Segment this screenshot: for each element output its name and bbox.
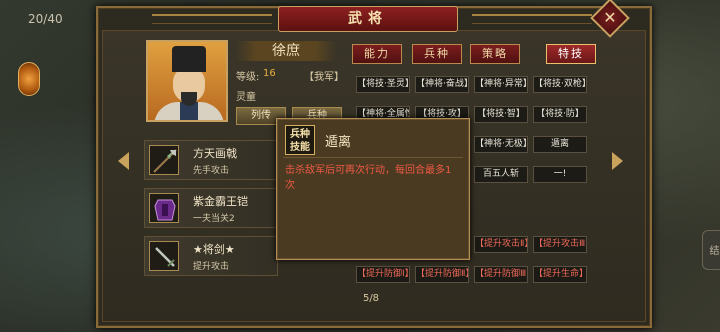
faction-label: 【我军】 xyxy=(304,72,344,83)
tab-ability[interactable]: 能力 xyxy=(352,44,402,64)
equipment-slot-weapon[interactable]: 方天画戟 先手攻击 xyxy=(144,140,278,180)
tooltip-title: 遁离 xyxy=(325,135,352,150)
window-title: 武将 xyxy=(278,6,458,32)
level-value: 16 xyxy=(263,68,276,79)
halberd-icon xyxy=(149,145,179,175)
title-ornament-left xyxy=(152,14,272,24)
skill-item[interactable]: 百五人斩 xyxy=(474,166,528,183)
tab-strategy[interactable]: 策略 xyxy=(470,44,520,64)
skill-item[interactable]: 一! xyxy=(533,166,587,183)
general-name: 徐庶 xyxy=(236,41,336,61)
equipment-name: 方天画戟 xyxy=(193,147,237,160)
skill-item[interactable]: 【将技·圣灵】 xyxy=(356,76,410,93)
armor-icon xyxy=(149,193,179,223)
tab-special-skill[interactable]: 特技 xyxy=(546,44,596,64)
skill-item[interactable]: 【提升防御Ⅱ】 xyxy=(415,266,469,283)
portrait-hat xyxy=(172,46,206,72)
equipment-desc: 先手攻击 xyxy=(193,166,230,176)
page-indicator: 5/8 xyxy=(362,293,380,304)
close-icon: ✕ xyxy=(603,8,617,27)
skill-item[interactable]: 【神将·奋战】 xyxy=(415,76,469,93)
skill-item[interactable]: 【提升防御Ⅰ】 xyxy=(356,266,410,283)
tab-troop[interactable]: 兵种 xyxy=(412,44,462,64)
tooltip-divider xyxy=(283,157,463,158)
next-general-arrow-icon[interactable] xyxy=(612,152,623,170)
skill-item[interactable]: 【提升防御Ⅲ】 xyxy=(474,266,528,283)
skill-item[interactable]: 【将技·防】 xyxy=(533,106,587,123)
equipment-name: 紫金霸王铠 xyxy=(193,195,248,208)
equipment-desc: 一夫当关2 xyxy=(193,214,235,224)
equipment-desc: 提升攻击 xyxy=(193,262,230,272)
prev-general-arrow-icon[interactable] xyxy=(118,152,129,170)
attribute-label: 灵童 xyxy=(236,92,256,103)
level-label: 等级: xyxy=(236,72,260,83)
skill-tooltip: 兵种技能 遁离 击杀敌军后可再次行动，每回合最多1次 xyxy=(276,118,470,260)
skill-item[interactable]: 遁离 xyxy=(533,136,587,153)
equipment-slot-item[interactable]: ★将剑★ 提升攻击 xyxy=(144,236,278,276)
equipment-slot-armor[interactable]: 紫金霸王铠 一夫当关2 xyxy=(144,188,278,228)
skill-item[interactable]: 【提升生命】 xyxy=(533,266,587,283)
skill-item[interactable]: 【神将·无极】 xyxy=(474,136,528,153)
skill-item[interactable]: 【神将·异常】 xyxy=(474,76,528,93)
skill-item[interactable]: 【将技·智】 xyxy=(474,106,528,123)
side-end-button[interactable]: 结 xyxy=(702,230,720,270)
turn-counter: 20/40 xyxy=(28,12,63,26)
troop-skill-badge: 兵种技能 xyxy=(285,125,315,155)
general-portrait xyxy=(146,40,228,122)
skill-item[interactable]: 【提升攻击Ⅱ】 xyxy=(474,236,528,253)
sword-icon xyxy=(149,241,179,271)
menu-orb-icon[interactable] xyxy=(18,62,40,96)
skill-item[interactable]: 【将技·双枪】 xyxy=(533,76,587,93)
tooltip-description: 击杀敌军后可再次行动，每回合最多1次 xyxy=(285,165,452,191)
title-ornament-right xyxy=(472,14,592,24)
skill-item[interactable]: 【提升攻击Ⅲ】 xyxy=(533,236,587,253)
equipment-name: ★将剑★ xyxy=(193,243,235,256)
